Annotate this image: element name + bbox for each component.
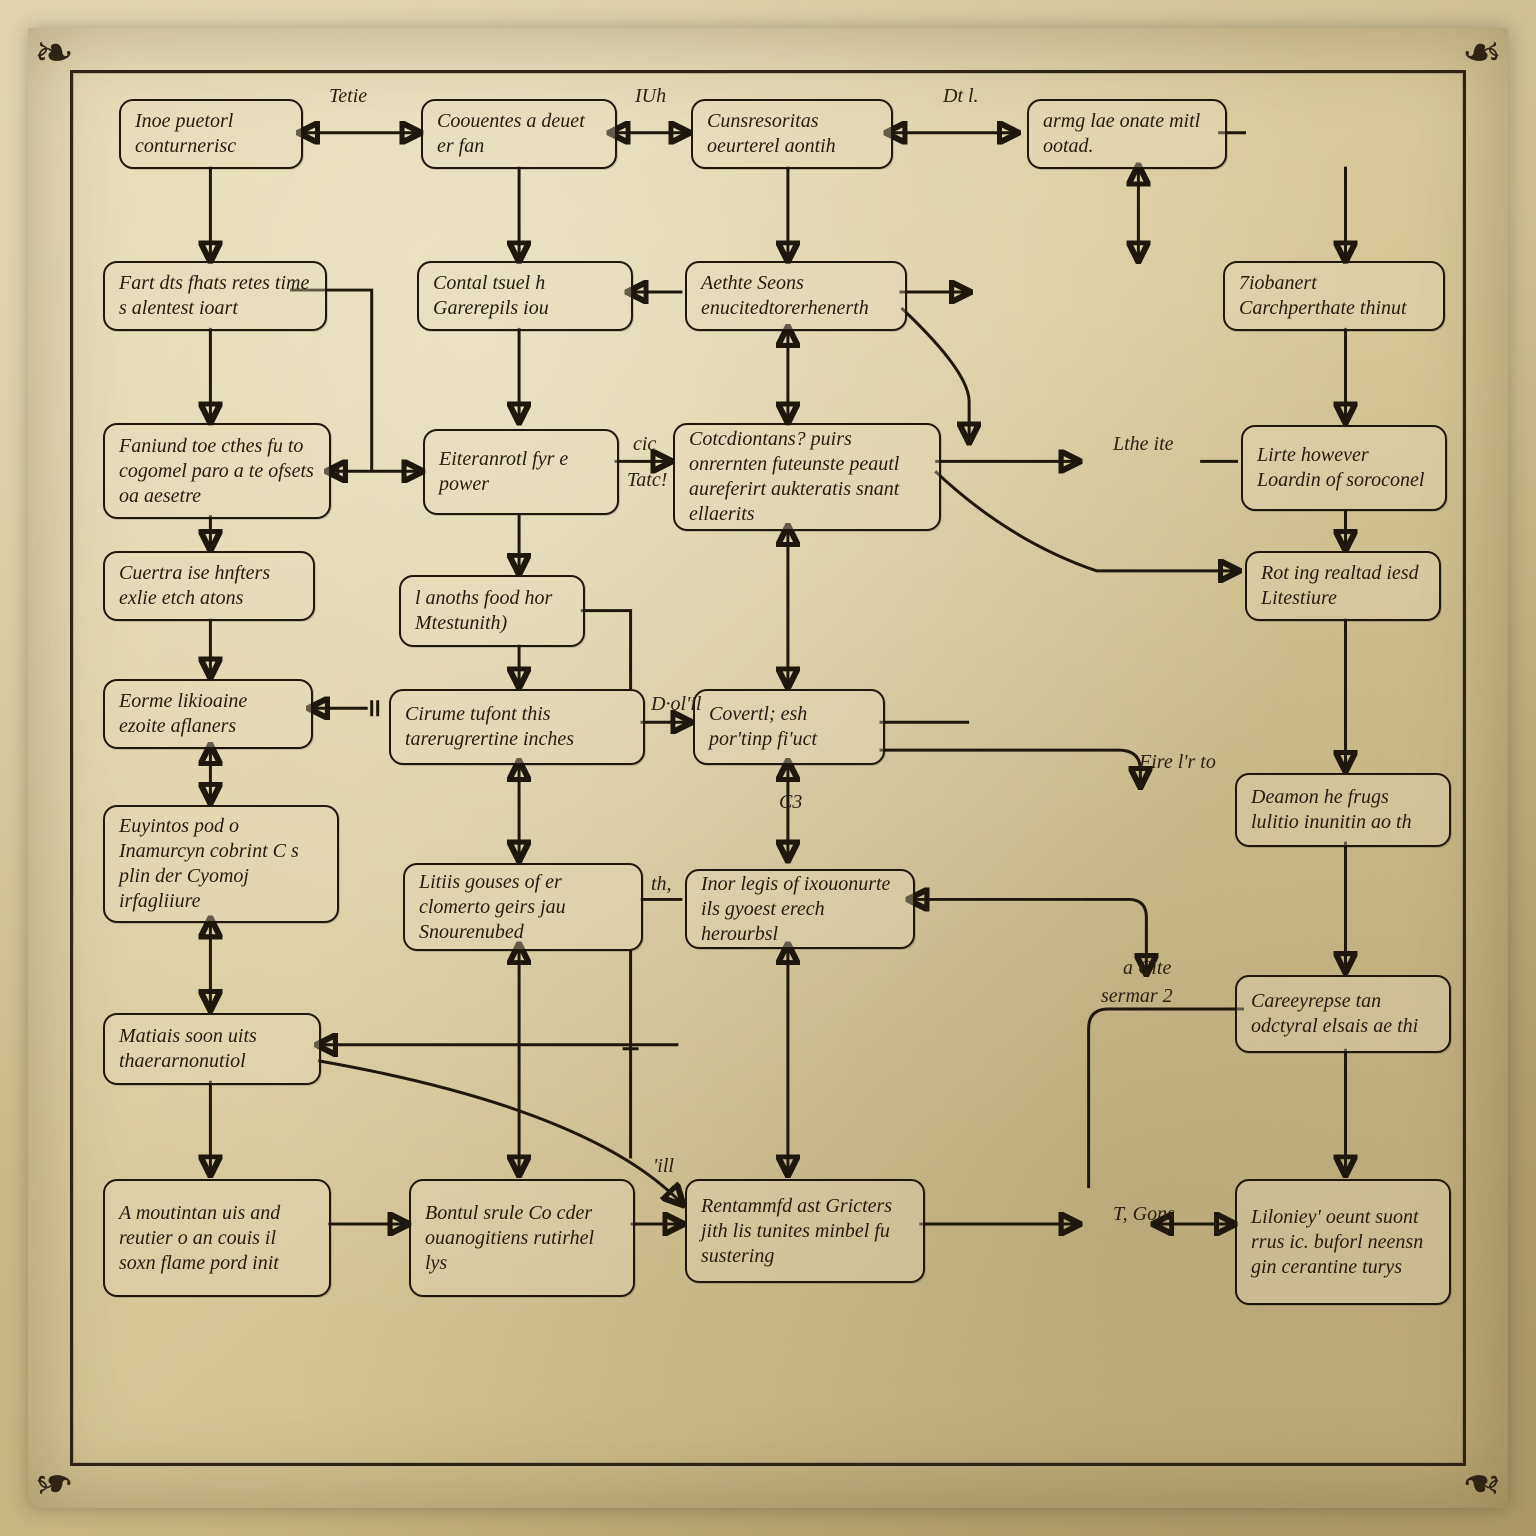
flow-node: Cuertra ise hnfters exlie etch atons [103,551,315,621]
flow-node: Fart dts fhats retes time s alentest ioa… [103,261,327,331]
flow-node: Rentammfd ast Gricters jith lis tunites … [685,1179,925,1283]
node-text: Litiis gouses of er clomerto geirs jau S… [419,870,627,945]
flow-node: Matiais soon uits thaerarnonutiol [103,1013,321,1085]
node-text: Cuertra ise hnfters exlie etch atons [119,561,299,611]
node-text: Matiais soon uits thaerarnonutiol [119,1024,305,1074]
node-text: Rot ing realtad iesd Litestiure [1261,561,1425,611]
node-text: Cotcdiontans? puirs onrernten futeunste … [689,427,925,527]
flow-node: Lirte however Loardin of soroconel [1241,425,1447,511]
node-text: A moutintan uis and reutier o an couis i… [119,1201,315,1276]
flow-node: Cotcdiontans? puirs onrernten futeunste … [673,423,941,531]
node-text: Cirume tufont this tarerugrertine inches [405,702,629,752]
flow-node: Coouentes a deuet er fan [421,99,617,169]
node-text: Fart dts fhats retes time s alentest ioa… [119,271,311,321]
flow-node: Rot ing realtad iesd Litestiure [1245,551,1441,621]
node-text: Inor legis of ixouonurte ils gyoest erec… [701,872,899,947]
edge-label: T, Gons [1113,1203,1175,1226]
node-text: Rentammfd ast Gricters jith lis tunites … [701,1194,909,1269]
node-text: Cunsresoritas oeurterel aontih [707,109,877,159]
edge-label: a Cite [1123,957,1171,980]
flow-node: Euyintos pod o Inamurcyn cobrint C s pli… [103,805,339,923]
edge-label: cic [633,433,656,456]
node-text: 7iobanert Carchperthate thinut [1239,271,1429,321]
flow-node: Cirume tufont this tarerugrertine inches [389,689,645,765]
flow-node: Careeyrepse tan odctyral elsais ae thi [1235,975,1451,1053]
edge-label: D·ol'il [651,693,701,716]
flow-node: Bontul srule Co cder ouanogitiens rutirh… [409,1179,635,1297]
node-text: l anoths food hor Mtestunith) [415,586,569,636]
flow-node: Inor legis of ixouonurte ils gyoest erec… [685,869,915,949]
flow-node: Contal tsuel h Garerepils iou [417,261,633,331]
edge-label: Tatc! [627,469,667,492]
node-text: Eiteranrotl fyr e power [439,447,603,497]
parchment-background: ❧ ❧ ❧ ❧ [28,28,1508,1508]
edge-label: th, [651,873,672,896]
flow-node: Liloniey' oeunt suont rrus ic. buforl ne… [1235,1179,1451,1305]
node-text: Eorme likioaine ezoite aflaners [119,689,297,739]
edge-label: Dt l. [943,85,979,108]
flow-node: l anoths food hor Mtestunith) [399,575,585,647]
diagram-frame: Inoe puetorl conturnerisc Coouentes a de… [70,70,1466,1466]
flow-node: armg lae onate mitl ootad. [1027,99,1227,169]
flow-node: Faniund toe cthes fu to cogomel paro a t… [103,423,331,519]
edge-label: sermar 2 [1101,985,1173,1008]
flow-node: Eorme likioaine ezoite aflaners [103,679,313,749]
node-text: Deamon he frugs lulitio inunitin ao th [1251,785,1435,835]
edge-label: Tetie [329,85,367,108]
flowchart-stage: Inoe puetorl conturnerisc Coouentes a de… [73,73,1463,1463]
node-text: Lirte however Loardin of soroconel [1257,443,1431,493]
node-text: Liloniey' oeunt suont rrus ic. buforl ne… [1251,1205,1435,1280]
flow-node: Deamon he frugs lulitio inunitin ao th [1235,773,1451,847]
node-text: Aethte Seons enucitedtorerhenerth [701,271,891,321]
edge-label: IUh [635,85,666,108]
node-text: Euyintos pod o Inamurcyn cobrint C s pli… [119,814,323,914]
node-text: Inoe puetorl conturnerisc [135,109,287,159]
flow-node: Covertl; esh por'tinp fi'uct [693,689,885,765]
node-text: Faniund toe cthes fu to cogomel paro a t… [119,434,315,509]
node-text: Covertl; esh por'tinp fi'uct [709,702,869,752]
flow-node: A moutintan uis and reutier o an couis i… [103,1179,331,1297]
flow-node: Eiteranrotl fyr e power [423,429,619,515]
node-text: Bontul srule Co cder ouanogitiens rutirh… [425,1201,619,1276]
node-text: Coouentes a deuet er fan [437,109,601,159]
flow-node: Cunsresoritas oeurterel aontih [691,99,893,169]
edge-label: Fire l'r to [1139,751,1216,774]
node-text: Contal tsuel h Garerepils iou [433,271,617,321]
flow-node: Litiis gouses of er clomerto geirs jau S… [403,863,643,951]
edge-label: 'ill [653,1155,674,1178]
flow-node: Aethte Seons enucitedtorerhenerth [685,261,907,331]
edge-label: Lthe ite [1113,433,1174,456]
flow-node: 7iobanert Carchperthate thinut [1223,261,1445,331]
flow-node: Inoe puetorl conturnerisc [119,99,303,169]
edge-label: C3 [779,791,802,814]
node-text: Careeyrepse tan odctyral elsais ae thi [1251,989,1435,1039]
node-text: armg lae onate mitl ootad. [1043,109,1211,159]
